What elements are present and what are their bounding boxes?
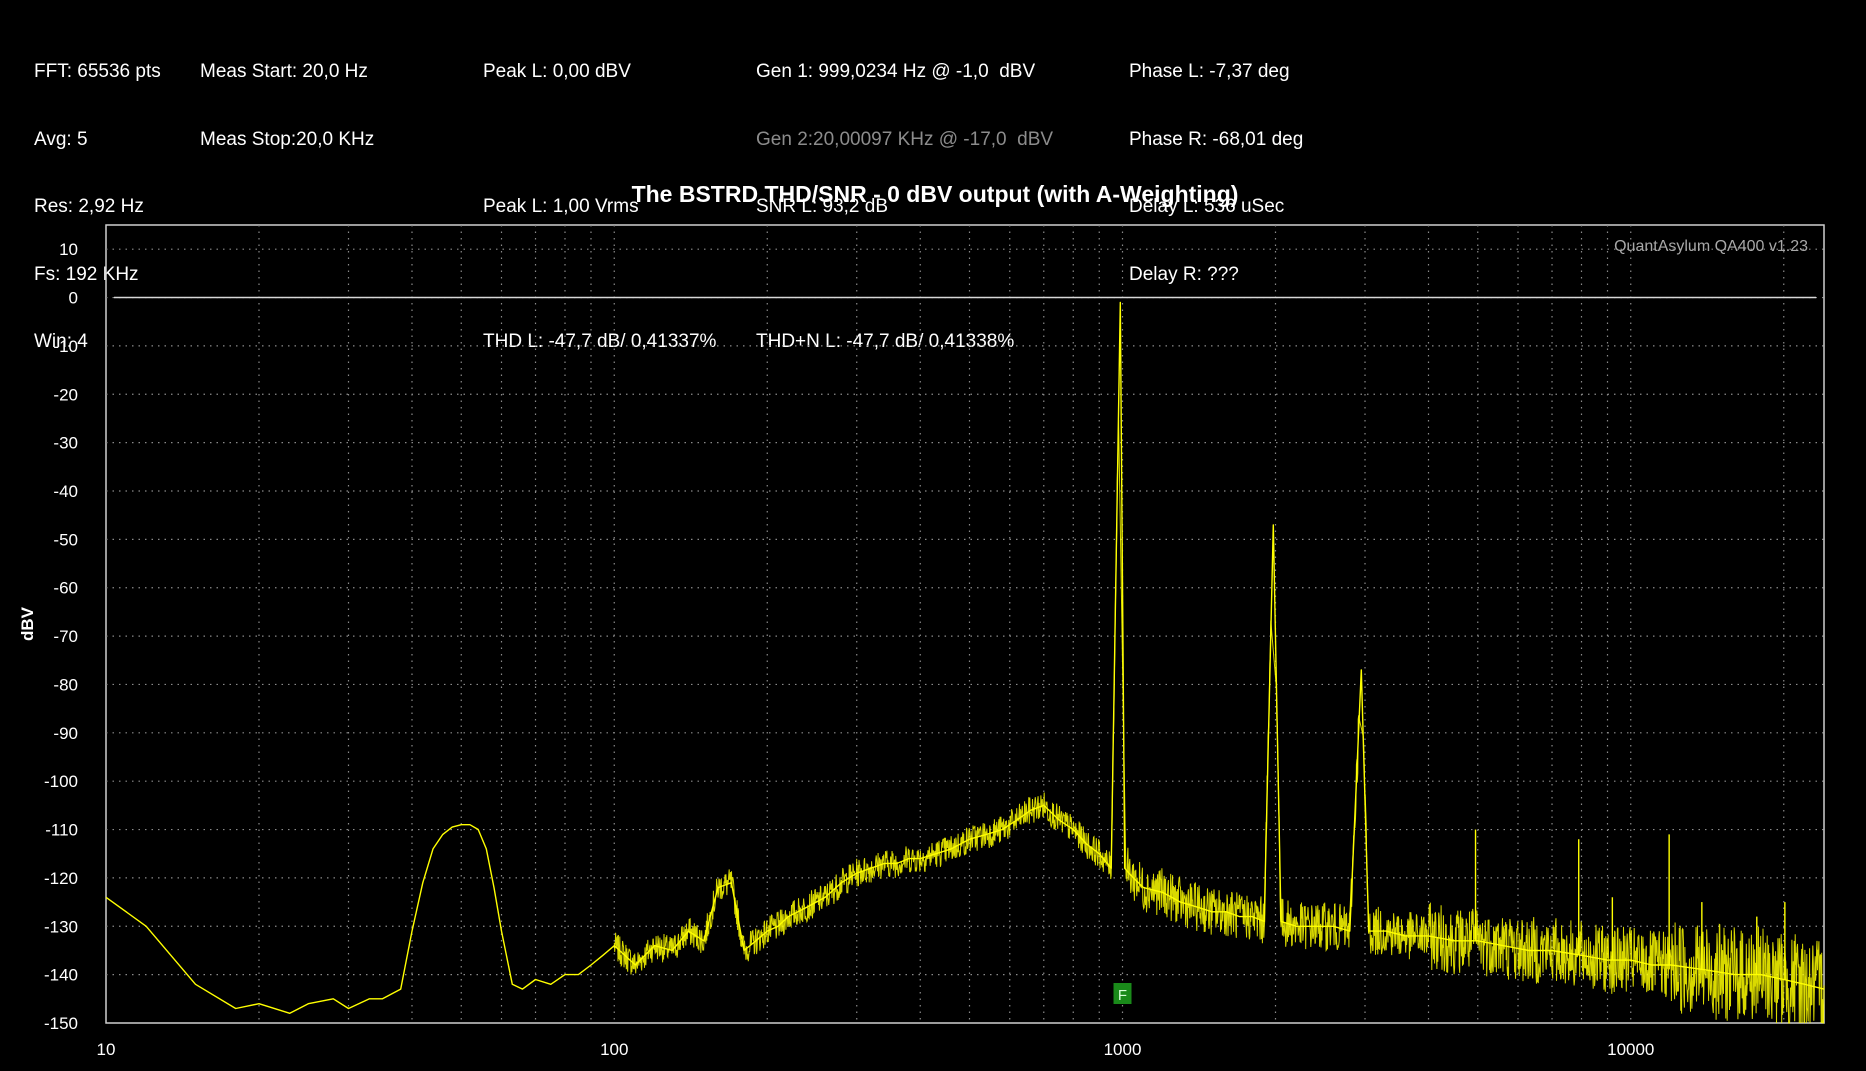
plot-frame — [105, 224, 1825, 1024]
series-line — [105, 301, 1825, 1014]
x-tick-label: 10000 — [1607, 1040, 1654, 1059]
y-tick-label: -100 — [44, 772, 78, 791]
y-tick-label: -60 — [53, 579, 78, 598]
spectrum-chart: The BSTRD THD/SNR - 0 dBV output (with A… — [18, 181, 1825, 1059]
y-tick-label: -30 — [53, 434, 78, 453]
y-tick-label: 10 — [59, 240, 78, 259]
y-tick-label: -40 — [53, 482, 78, 501]
y-tick-label: -130 — [44, 917, 78, 936]
marker-label: F — [1118, 987, 1127, 1004]
y-tick-label: -140 — [44, 966, 78, 985]
y-tick-label: -150 — [44, 1014, 78, 1033]
x-tick-label: 100 — [600, 1040, 628, 1059]
y-tick-label: -50 — [53, 530, 78, 549]
chart-title: The BSTRD THD/SNR - 0 dBV output (with A… — [632, 181, 1239, 207]
fundamental-marker[interactable]: F — [1113, 983, 1132, 1004]
y-tick-label: -90 — [53, 724, 78, 743]
x-tick-label: 1000 — [1104, 1040, 1142, 1059]
y-tick-label: -80 — [53, 675, 78, 694]
grid — [106, 225, 1824, 1023]
noise-floor-trace — [613, 419, 1825, 1024]
y-tick-labels: 10 0 -10 -20 -30 -40 -50 -60 -70 -80 -90 -100 -110 -1… — [44, 240, 78, 1033]
y-tick-label: -10 — [53, 337, 78, 356]
x-tick-labels: 10 100 1000 10000 — [97, 1040, 1655, 1059]
x-tick-label: 10 — [97, 1040, 116, 1059]
y-tick-label: 0 — [69, 289, 78, 308]
y-tick-label: -120 — [44, 869, 78, 888]
watermark: QuantAsylum QA400 v1.23 — [1614, 238, 1808, 255]
y-tick-label: -70 — [53, 627, 78, 646]
y-axis-label: dBV — [18, 606, 37, 641]
series-group — [105, 301, 1825, 1024]
y-tick-label: -20 — [53, 385, 78, 404]
y-tick-label: -110 — [45, 821, 78, 840]
